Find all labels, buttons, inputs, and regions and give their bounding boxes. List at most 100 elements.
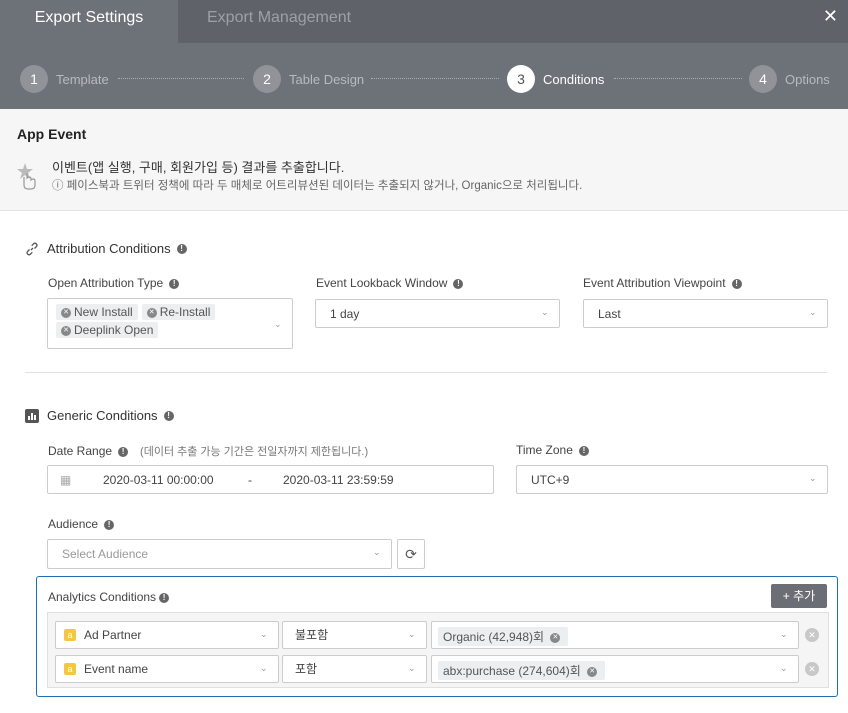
- info-icon[interactable]: !: [176, 243, 187, 254]
- label-text: Event Attribution Viewpoint: [583, 276, 726, 290]
- top-tabs: Export Settings Export Management ✕: [0, 0, 848, 43]
- tag-label: Deeplink Open: [74, 323, 154, 337]
- open-attribution-type-select[interactable]: ✕ New Install ✕ Re-Install ✕ Deeplink Open ⌄: [47, 298, 293, 349]
- condition-operator-select[interactable]: 포함 ⌄: [282, 655, 427, 683]
- remove-tag-icon[interactable]: ✕: [550, 632, 561, 643]
- section-divider: [25, 372, 827, 373]
- step-number: 2: [253, 65, 281, 93]
- open-attribution-type-label: Open Attribution Type!: [48, 276, 180, 290]
- audience-placeholder: Select Audience: [62, 547, 149, 561]
- label-text: Analytics Conditions: [48, 590, 157, 604]
- chevron-down-icon: ⌄: [274, 319, 282, 329]
- info-icon[interactable]: !: [118, 446, 129, 457]
- step-number: 1: [20, 65, 48, 93]
- chevron-down-icon: ⌄: [408, 663, 416, 673]
- remove-tag-icon[interactable]: ✕: [587, 666, 598, 677]
- step-label: Table Design: [289, 71, 365, 87]
- event-attribution-viewpoint-label: Event Attribution Viewpoint!: [583, 276, 742, 290]
- event-lookback-window-select[interactable]: 1 day ⌄: [315, 299, 560, 328]
- info-icon[interactable]: !: [169, 278, 180, 289]
- condition-value-select[interactable]: abx:purchase (274,604)회 ✕ ⌄: [431, 655, 799, 683]
- tag-label: abx:purchase (274,604)회: [443, 664, 581, 678]
- chevron-down-icon: ⌄: [260, 663, 268, 673]
- add-condition-button[interactable]: + 추가: [771, 584, 827, 608]
- condition-operator-select[interactable]: 불포함 ⌄: [282, 621, 427, 649]
- event-attribution-viewpoint-select[interactable]: Last ⌄: [583, 299, 828, 328]
- step-conditions[interactable]: 3 Conditions: [507, 64, 604, 94]
- remove-tag-icon[interactable]: ✕: [146, 307, 157, 318]
- value-tag: abx:purchase (274,604)회 ✕: [438, 661, 606, 680]
- date-separator: -: [248, 473, 252, 487]
- date-range-hint: (데이터 추출 가능 기간은 전일자까지 제한됩니다.): [140, 446, 369, 458]
- audience-select[interactable]: Select Audience ⌄: [47, 539, 392, 569]
- label-text: Open Attribution Type: [48, 276, 164, 290]
- event-lookback-window-label: Event Lookback Window!: [316, 276, 464, 290]
- attribution-section-title: Attribution Conditions !: [25, 241, 187, 256]
- remove-tag-icon[interactable]: ✕: [61, 307, 71, 318]
- step-options[interactable]: 4 Options: [749, 64, 830, 94]
- tag-new-install: ✕ New Install: [56, 304, 138, 320]
- event-title: App Event: [17, 126, 87, 142]
- label-text: Audience: [48, 517, 99, 531]
- date-range-label: Date Range! (데이터 추출 가능 기간은 전일자까지 제한됩니다.): [48, 443, 368, 459]
- info-icon[interactable]: !: [453, 278, 464, 289]
- info-icon[interactable]: !: [731, 278, 742, 289]
- step-template[interactable]: 1 Template: [20, 64, 109, 94]
- event-banner: App Event 이벤트(앱 실행, 구매, 회원가입 등) 결과를 추출합니…: [0, 109, 848, 211]
- link-icon: [25, 242, 39, 256]
- step-connector: [371, 78, 499, 79]
- info-icon[interactable]: !: [104, 519, 115, 530]
- condition-field-select[interactable]: a Event name ⌄: [55, 655, 279, 683]
- tab-export-settings[interactable]: Export Settings: [0, 0, 178, 43]
- close-icon[interactable]: ✕: [823, 6, 838, 27]
- section-title-text: Generic Conditions: [47, 408, 158, 423]
- refresh-button[interactable]: ⟳: [397, 539, 425, 569]
- audience-label: Audience!: [48, 517, 115, 531]
- tag-label: Organic (42,948)회: [443, 630, 545, 644]
- chevron-down-icon: ⌄: [780, 663, 788, 673]
- remove-condition-icon[interactable]: ✕: [805, 662, 819, 676]
- attribute-icon: a: [64, 663, 76, 675]
- analytics-title: Analytics Conditions!: [48, 590, 170, 604]
- chevron-down-icon: ⌄: [809, 473, 817, 483]
- refresh-icon: ⟳: [405, 546, 417, 562]
- step-number: 4: [749, 65, 777, 93]
- step-label: Conditions: [543, 71, 605, 87]
- condition-field-select[interactable]: a Ad Partner ⌄: [55, 621, 279, 649]
- label-text: Date Range: [48, 444, 113, 458]
- chevron-down-icon: ⌄: [541, 307, 549, 317]
- select-value: UTC+9: [531, 473, 570, 487]
- select-value: 포함: [295, 662, 318, 676]
- remove-tag-icon[interactable]: ✕: [61, 325, 71, 336]
- remove-condition-icon[interactable]: ✕: [805, 628, 819, 642]
- select-value: Last: [598, 307, 621, 321]
- tag-re-install: ✕ Re-Install: [141, 304, 216, 320]
- date-start[interactable]: 2020-03-11 00:00:00: [103, 466, 214, 494]
- date-end[interactable]: 2020-03-11 23:59:59: [283, 466, 394, 494]
- tab-export-management[interactable]: Export Management: [207, 0, 351, 43]
- attribute-icon: a: [64, 629, 76, 641]
- chevron-down-icon: ⌄: [260, 629, 268, 639]
- condition-rows: a Ad Partner ⌄ 불포함 ⌄ Organic (42,948)회 ✕…: [47, 612, 829, 688]
- step-table-design[interactable]: 2 Table Design: [253, 64, 364, 94]
- generic-section-title: Generic Conditions !: [25, 408, 174, 423]
- info-icon[interactable]: !: [159, 592, 170, 603]
- event-description: 이벤트(앱 실행, 구매, 회원가입 등) 결과를 추출합니다.: [52, 160, 345, 175]
- condition-value-select[interactable]: Organic (42,948)회 ✕ ⌄: [431, 621, 799, 649]
- section-title-text: Attribution Conditions: [47, 241, 171, 256]
- date-range-picker[interactable]: ▦ 2020-03-11 00:00:00 - 2020-03-11 23:59…: [47, 465, 494, 494]
- step-connector: [118, 78, 244, 79]
- tag-deeplink-open: ✕ Deeplink Open: [56, 322, 159, 338]
- step-label: Options: [785, 71, 830, 87]
- time-zone-label: Time Zone!: [516, 443, 589, 457]
- label-text: Time Zone: [516, 443, 573, 457]
- chevron-down-icon: ⌄: [809, 307, 817, 317]
- bar-chart-icon: [25, 408, 39, 423]
- analytics-conditions-panel: Analytics Conditions! + 추가 a Ad Partner …: [36, 576, 838, 697]
- value-tag: Organic (42,948)회 ✕: [438, 627, 569, 646]
- chevron-down-icon: ⌄: [373, 547, 381, 557]
- info-icon[interactable]: !: [163, 410, 174, 421]
- info-icon[interactable]: !: [578, 445, 589, 456]
- select-value: Event name: [84, 662, 149, 676]
- time-zone-select[interactable]: UTC+9 ⌄: [516, 465, 828, 494]
